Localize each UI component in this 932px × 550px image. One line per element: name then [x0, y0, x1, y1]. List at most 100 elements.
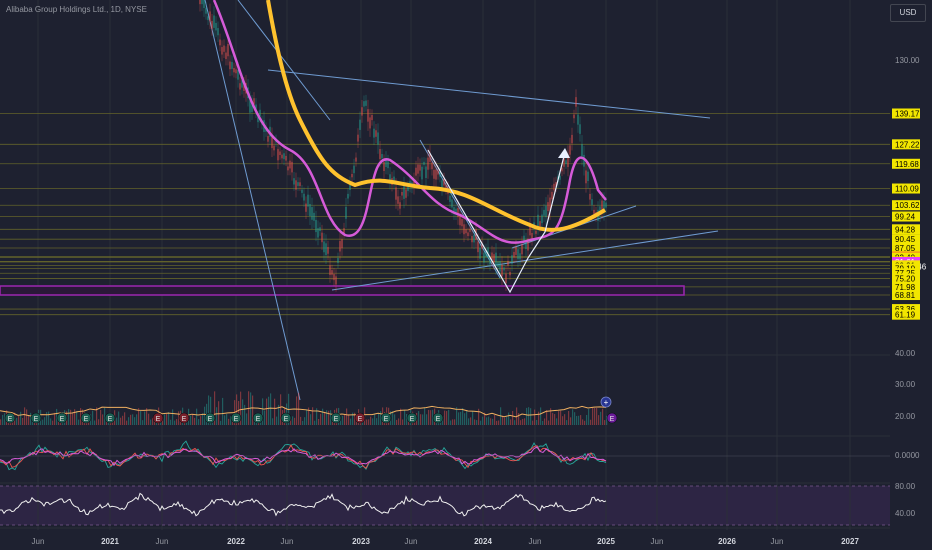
earnings-marker[interactable]: E — [30, 412, 42, 424]
support-zone[interactable] — [0, 285, 685, 296]
volume-bar — [370, 416, 372, 425]
volume-bar — [502, 415, 504, 425]
price-tag[interactable]: 94.28 — [892, 224, 920, 235]
price-tag[interactable]: 61.19 — [892, 309, 920, 320]
candle-body — [423, 161, 425, 165]
volume-bar — [428, 409, 430, 425]
volume-bar — [130, 414, 132, 425]
earnings-marker[interactable]: E — [406, 412, 418, 424]
candle-body — [297, 182, 299, 186]
volume-bar — [176, 419, 178, 425]
earnings-marker[interactable]: E — [280, 412, 292, 424]
candle-body — [585, 170, 587, 184]
candle-body — [537, 214, 539, 227]
volume-bar — [582, 419, 584, 425]
volume-bar — [302, 420, 304, 425]
volume-bar — [72, 413, 74, 425]
volume-bar — [192, 414, 194, 425]
candle-body — [497, 261, 499, 268]
volume-bar — [422, 414, 424, 425]
time-axis-label: 2023 — [352, 537, 370, 546]
volume-bar — [68, 409, 70, 425]
earnings-label: E — [156, 416, 161, 423]
earnings-marker[interactable]: E — [432, 412, 444, 424]
volume-bar — [196, 408, 198, 425]
volume-bar — [144, 411, 146, 425]
chart-root[interactable]: E E E E E E E E E E E E E E E E E +139.17 127.22 119.68 110.… — [0, 0, 932, 550]
volume-bar — [44, 417, 46, 425]
price-tag[interactable]: 68.81 — [892, 290, 920, 301]
earnings-marker[interactable]: E — [152, 412, 164, 424]
earnings-marker[interactable]: E — [330, 412, 342, 424]
volume-bar — [224, 415, 226, 425]
price-tag[interactable]: 119.68 — [892, 158, 920, 169]
earnings-marker[interactable]: E — [252, 412, 264, 424]
candle-body — [403, 186, 405, 199]
price-tag[interactable]: 103.62 — [892, 200, 920, 211]
earnings-marker[interactable]: E — [204, 412, 216, 424]
candle-body — [493, 254, 495, 263]
earnings-marker[interactable]: E — [354, 412, 366, 424]
volume-bar — [132, 414, 134, 425]
earnings-marker[interactable]: E — [606, 412, 618, 424]
candle-body — [565, 160, 567, 165]
candle-body — [329, 265, 331, 275]
candle-body — [505, 273, 507, 284]
time-axis-label: Jun — [651, 537, 664, 546]
volume-bar — [350, 418, 352, 425]
candle-body — [395, 187, 397, 200]
price-tag[interactable]: 139.17 — [892, 108, 920, 119]
volume-bar — [140, 411, 142, 425]
earnings-marker[interactable]: E — [230, 412, 242, 424]
candle-body — [401, 191, 403, 196]
candle-body — [313, 212, 315, 221]
add-event-button[interactable]: + — [600, 396, 612, 408]
earnings-label: E — [284, 416, 289, 423]
earnings-marker[interactable]: E — [380, 412, 392, 424]
candle-body — [521, 244, 523, 255]
candle-body — [407, 186, 409, 192]
volume-bar — [22, 417, 24, 425]
earnings-label: E — [60, 416, 65, 423]
volume-bar — [450, 420, 452, 425]
volume-bar — [426, 414, 428, 425]
volume-bar — [596, 407, 598, 425]
candle-body — [305, 203, 307, 212]
price-tag-label: 127.22 — [895, 140, 920, 149]
candle-body — [435, 169, 437, 180]
candle-body — [513, 251, 515, 258]
volume-bar — [514, 420, 516, 425]
candle-body — [581, 144, 583, 157]
price-chart[interactable]: E E E E E E E E E E E E E E E E E +139.17 127.22 119.68 110.… — [0, 0, 932, 550]
volume-bar — [122, 415, 124, 425]
volume-bar — [558, 411, 560, 425]
volume-bar — [454, 419, 456, 425]
price-axis-label: 40.00 — [895, 349, 916, 358]
price-tag[interactable]: 90.45 — [892, 234, 920, 245]
price-tag[interactable]: 99.24 — [892, 211, 920, 222]
volume-bar — [444, 410, 446, 425]
volume-bar — [98, 419, 100, 425]
candle-body — [355, 157, 357, 162]
volume-bar — [310, 414, 312, 425]
earnings-marker[interactable]: E — [104, 412, 116, 424]
candle-body — [223, 45, 225, 52]
earnings-marker[interactable]: E — [80, 412, 92, 424]
volume-bar — [538, 411, 540, 425]
add-icon-glyph: + — [604, 398, 609, 407]
price-tag[interactable]: 87.05 — [892, 242, 920, 253]
earnings-marker[interactable]: E — [56, 412, 68, 424]
volume-bar — [368, 419, 370, 425]
volume-bar — [250, 392, 252, 425]
candle-body — [235, 69, 237, 74]
price-tag[interactable]: 110.09 — [892, 183, 920, 194]
price-tag[interactable]: 127.22 — [892, 139, 920, 150]
earnings-label: E — [384, 416, 389, 423]
earnings-marker[interactable]: E — [178, 412, 190, 424]
symbol-title[interactable]: Alibaba Group Holdings Ltd., 1D, NYSE — [6, 5, 147, 14]
time-axis-label: 2026 — [718, 537, 736, 546]
earnings-label: E — [182, 416, 187, 423]
earnings-marker[interactable]: E — [4, 412, 16, 424]
candle-body — [307, 194, 309, 207]
currency-button[interactable]: USD — [890, 4, 926, 22]
